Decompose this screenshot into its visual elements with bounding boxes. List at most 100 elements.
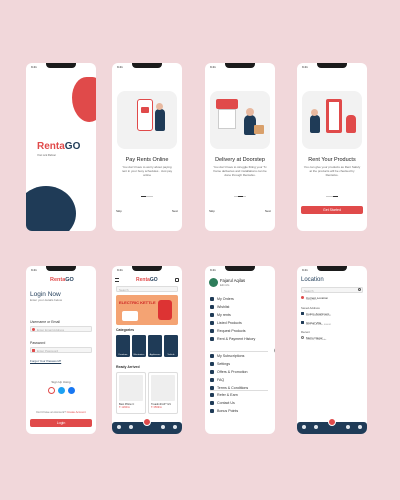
edit-info-link[interactable]: Edit info	[220, 284, 229, 287]
menu-item[interactable]: Wishlist	[210, 305, 229, 309]
menu-item-icon	[210, 393, 214, 397]
brand-tagline: Your rent Partner	[37, 154, 56, 157]
category-vehicle[interactable]: Vehicle	[164, 335, 178, 357]
orders-nav-icon[interactable]	[161, 425, 165, 429]
menu-item-label: Request Products	[217, 329, 246, 333]
categories-row: Furniture Electronics Appliances Vehicle	[116, 335, 178, 357]
product-card[interactable]: Treadmill AP Y21 ₹ 3599/m	[148, 372, 178, 414]
category-appliances[interactable]: Appliances	[148, 335, 162, 357]
login-title: Login Now	[30, 291, 61, 298]
profile-nav-icon[interactable]	[358, 425, 362, 429]
category-electronics[interactable]: Electronics	[132, 335, 146, 357]
home-screen: 9:41 RentaGO Search ELECTRIC KETTLE Cate…	[112, 266, 182, 434]
add-nav-button[interactable]	[143, 418, 151, 426]
menu-item[interactable]: My Subscriptions	[210, 354, 244, 358]
cart-icon[interactable]	[175, 278, 179, 282]
skip-button[interactable]: Skip	[209, 209, 215, 214]
menu-item[interactable]: Request Products	[210, 329, 246, 333]
decor-blob-top	[72, 77, 96, 122]
clock-icon	[301, 336, 304, 339]
product-card[interactable]: Best Pillow C ₹ 1290/m	[116, 372, 146, 414]
menu-item[interactable]: Contact Us	[210, 401, 235, 405]
status-time: 9:41	[302, 65, 308, 69]
menu-screen: 9:41 Fajarul Aqilas Edit info My Orders W…	[205, 266, 275, 434]
onboarding-desc: You can give your products as Rent Safel…	[303, 165, 361, 177]
home-nav-icon[interactable]	[117, 425, 121, 429]
add-nav-button[interactable]	[328, 418, 336, 426]
menu-item-icon	[210, 305, 214, 309]
password-label: Password	[30, 341, 46, 345]
illustration-phone-pay	[117, 91, 177, 149]
user-name: Fajarul Aqilas	[220, 278, 246, 283]
menu-item[interactable]: FAQ	[210, 378, 224, 382]
onboarding-title: Delivery at Doorstep	[215, 157, 265, 163]
illustration-rent-products	[302, 91, 362, 149]
menu-item[interactable]: Terms & Conditions	[210, 386, 248, 390]
menu-item-icon	[210, 354, 214, 358]
search-nav-icon[interactable]	[129, 425, 133, 429]
promo-banner[interactable]: ELECTRIC KETTLE	[116, 295, 178, 325]
create-account-row: Don't have an Account? Create Account	[36, 410, 86, 414]
menu-item-label: Settings	[217, 362, 230, 366]
menu-item[interactable]: Settings	[210, 362, 230, 366]
notch	[317, 63, 347, 68]
saved-address-label: Saved Address	[301, 306, 320, 310]
menu-item-label: Terms & Conditions	[217, 386, 249, 390]
next-button[interactable]: Next	[172, 209, 178, 214]
menu-item[interactable]: Rent & Payment History	[210, 337, 255, 341]
menu-item-label: Offers & Promotion	[217, 370, 248, 374]
password-input[interactable]: Enter Password	[30, 347, 92, 353]
menu-item-icon	[210, 386, 214, 390]
onboarding-desc: You don't have to worry about paying ren…	[121, 165, 173, 177]
menu-item-label: Contact Us	[217, 401, 235, 405]
ready-arrived-label: Ready Arrived	[116, 365, 140, 369]
categories-label: Categories	[116, 328, 135, 332]
login-screen: 9:41 RentaGO Login Now Enter your detail…	[26, 266, 96, 434]
menu-item-label: My Orders	[217, 297, 234, 301]
avatar	[209, 278, 218, 287]
product-price: ₹ 1290/m	[119, 406, 131, 409]
menu-close-button[interactable]	[274, 348, 275, 353]
status-time: 9:41	[117, 268, 123, 272]
location-search-input[interactable]: Search	[301, 287, 363, 293]
menu-item-icon	[210, 337, 214, 341]
category-furniture[interactable]: Furniture	[116, 335, 130, 357]
notch	[46, 63, 76, 68]
home-nav-icon[interactable]	[302, 425, 306, 429]
menu-item[interactable]: My rents	[210, 313, 231, 317]
menu-item-label: Refer & Earn	[217, 393, 238, 397]
hamburger-icon[interactable]	[115, 278, 119, 282]
menu-item[interactable]: Listed Products	[210, 321, 242, 325]
menu-item[interactable]: My Orders	[210, 297, 234, 301]
menu-item[interactable]: Refer & Earn	[210, 393, 238, 397]
forgot-password-link[interactable]: Forgot Your Password?	[30, 359, 61, 364]
login-button[interactable]: Login	[30, 419, 92, 427]
menu-item-label: FAQ	[217, 378, 225, 382]
next-button[interactable]: Next	[265, 209, 271, 214]
menu-item-icon	[210, 313, 214, 317]
profile-nav-icon[interactable]	[173, 425, 177, 429]
twitter-icon[interactable]	[58, 387, 65, 394]
menu-item-icon	[210, 321, 214, 325]
create-account-link[interactable]: Create Account	[67, 410, 86, 414]
menu-item-label: Rent & Payment History	[217, 337, 256, 341]
skip-button[interactable]: Skip	[116, 209, 122, 214]
banner-title: ELECTRIC KETTLE	[119, 300, 156, 305]
signup-using-label: Sign Up Using	[51, 380, 71, 384]
menu-item[interactable]: Bonus Points	[210, 409, 238, 413]
status-time: 9:41	[210, 65, 216, 69]
get-started-button[interactable]: Get Started	[301, 206, 363, 214]
menu-item-label: Wishlist	[217, 305, 230, 309]
onboarding-screen-1: 9:41 Pay Rents Online You don't have to …	[112, 63, 182, 231]
orders-nav-icon[interactable]	[346, 425, 350, 429]
search-input[interactable]: Search	[116, 286, 178, 292]
notch	[317, 266, 347, 271]
onboarding-title: Pay Rents Online	[125, 157, 169, 163]
brand-logo: RentaGO	[136, 277, 158, 283]
search-nav-icon[interactable]	[314, 425, 318, 429]
username-input[interactable]: Enter Email Address	[30, 326, 92, 332]
menu-item[interactable]: Offers & Promotion	[210, 370, 248, 374]
home-icon	[301, 321, 304, 324]
google-icon[interactable]	[48, 387, 55, 394]
facebook-icon[interactable]	[68, 387, 75, 394]
